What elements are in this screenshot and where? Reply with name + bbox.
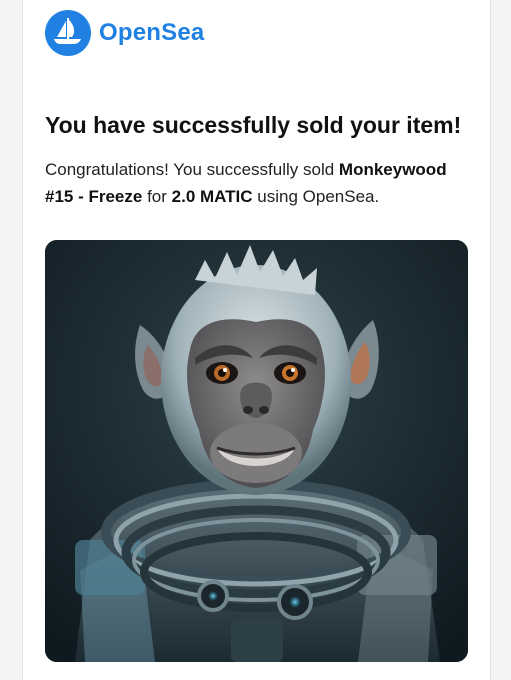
opensea-logo-icon[interactable] xyxy=(45,10,91,56)
message-prefix: Congratulations! You successfully sold xyxy=(45,160,339,179)
nft-image[interactable] xyxy=(45,240,468,662)
astronaut-monkey-artwork-icon xyxy=(45,240,468,662)
email-headline: You have successfully sold your item! xyxy=(45,112,462,138)
sale-message: Congratulations! You successfully sold M… xyxy=(45,156,470,210)
brand-name: OpenSea xyxy=(99,19,205,46)
brand-header[interactable]: OpenSea xyxy=(45,10,204,56)
sale-price: 2.0 MATIC xyxy=(171,187,253,206)
message-suffix: using OpenSea. xyxy=(252,187,380,206)
message-middle: for xyxy=(142,187,172,206)
email-card: OpenSea You have successfully sold your … xyxy=(22,0,491,680)
